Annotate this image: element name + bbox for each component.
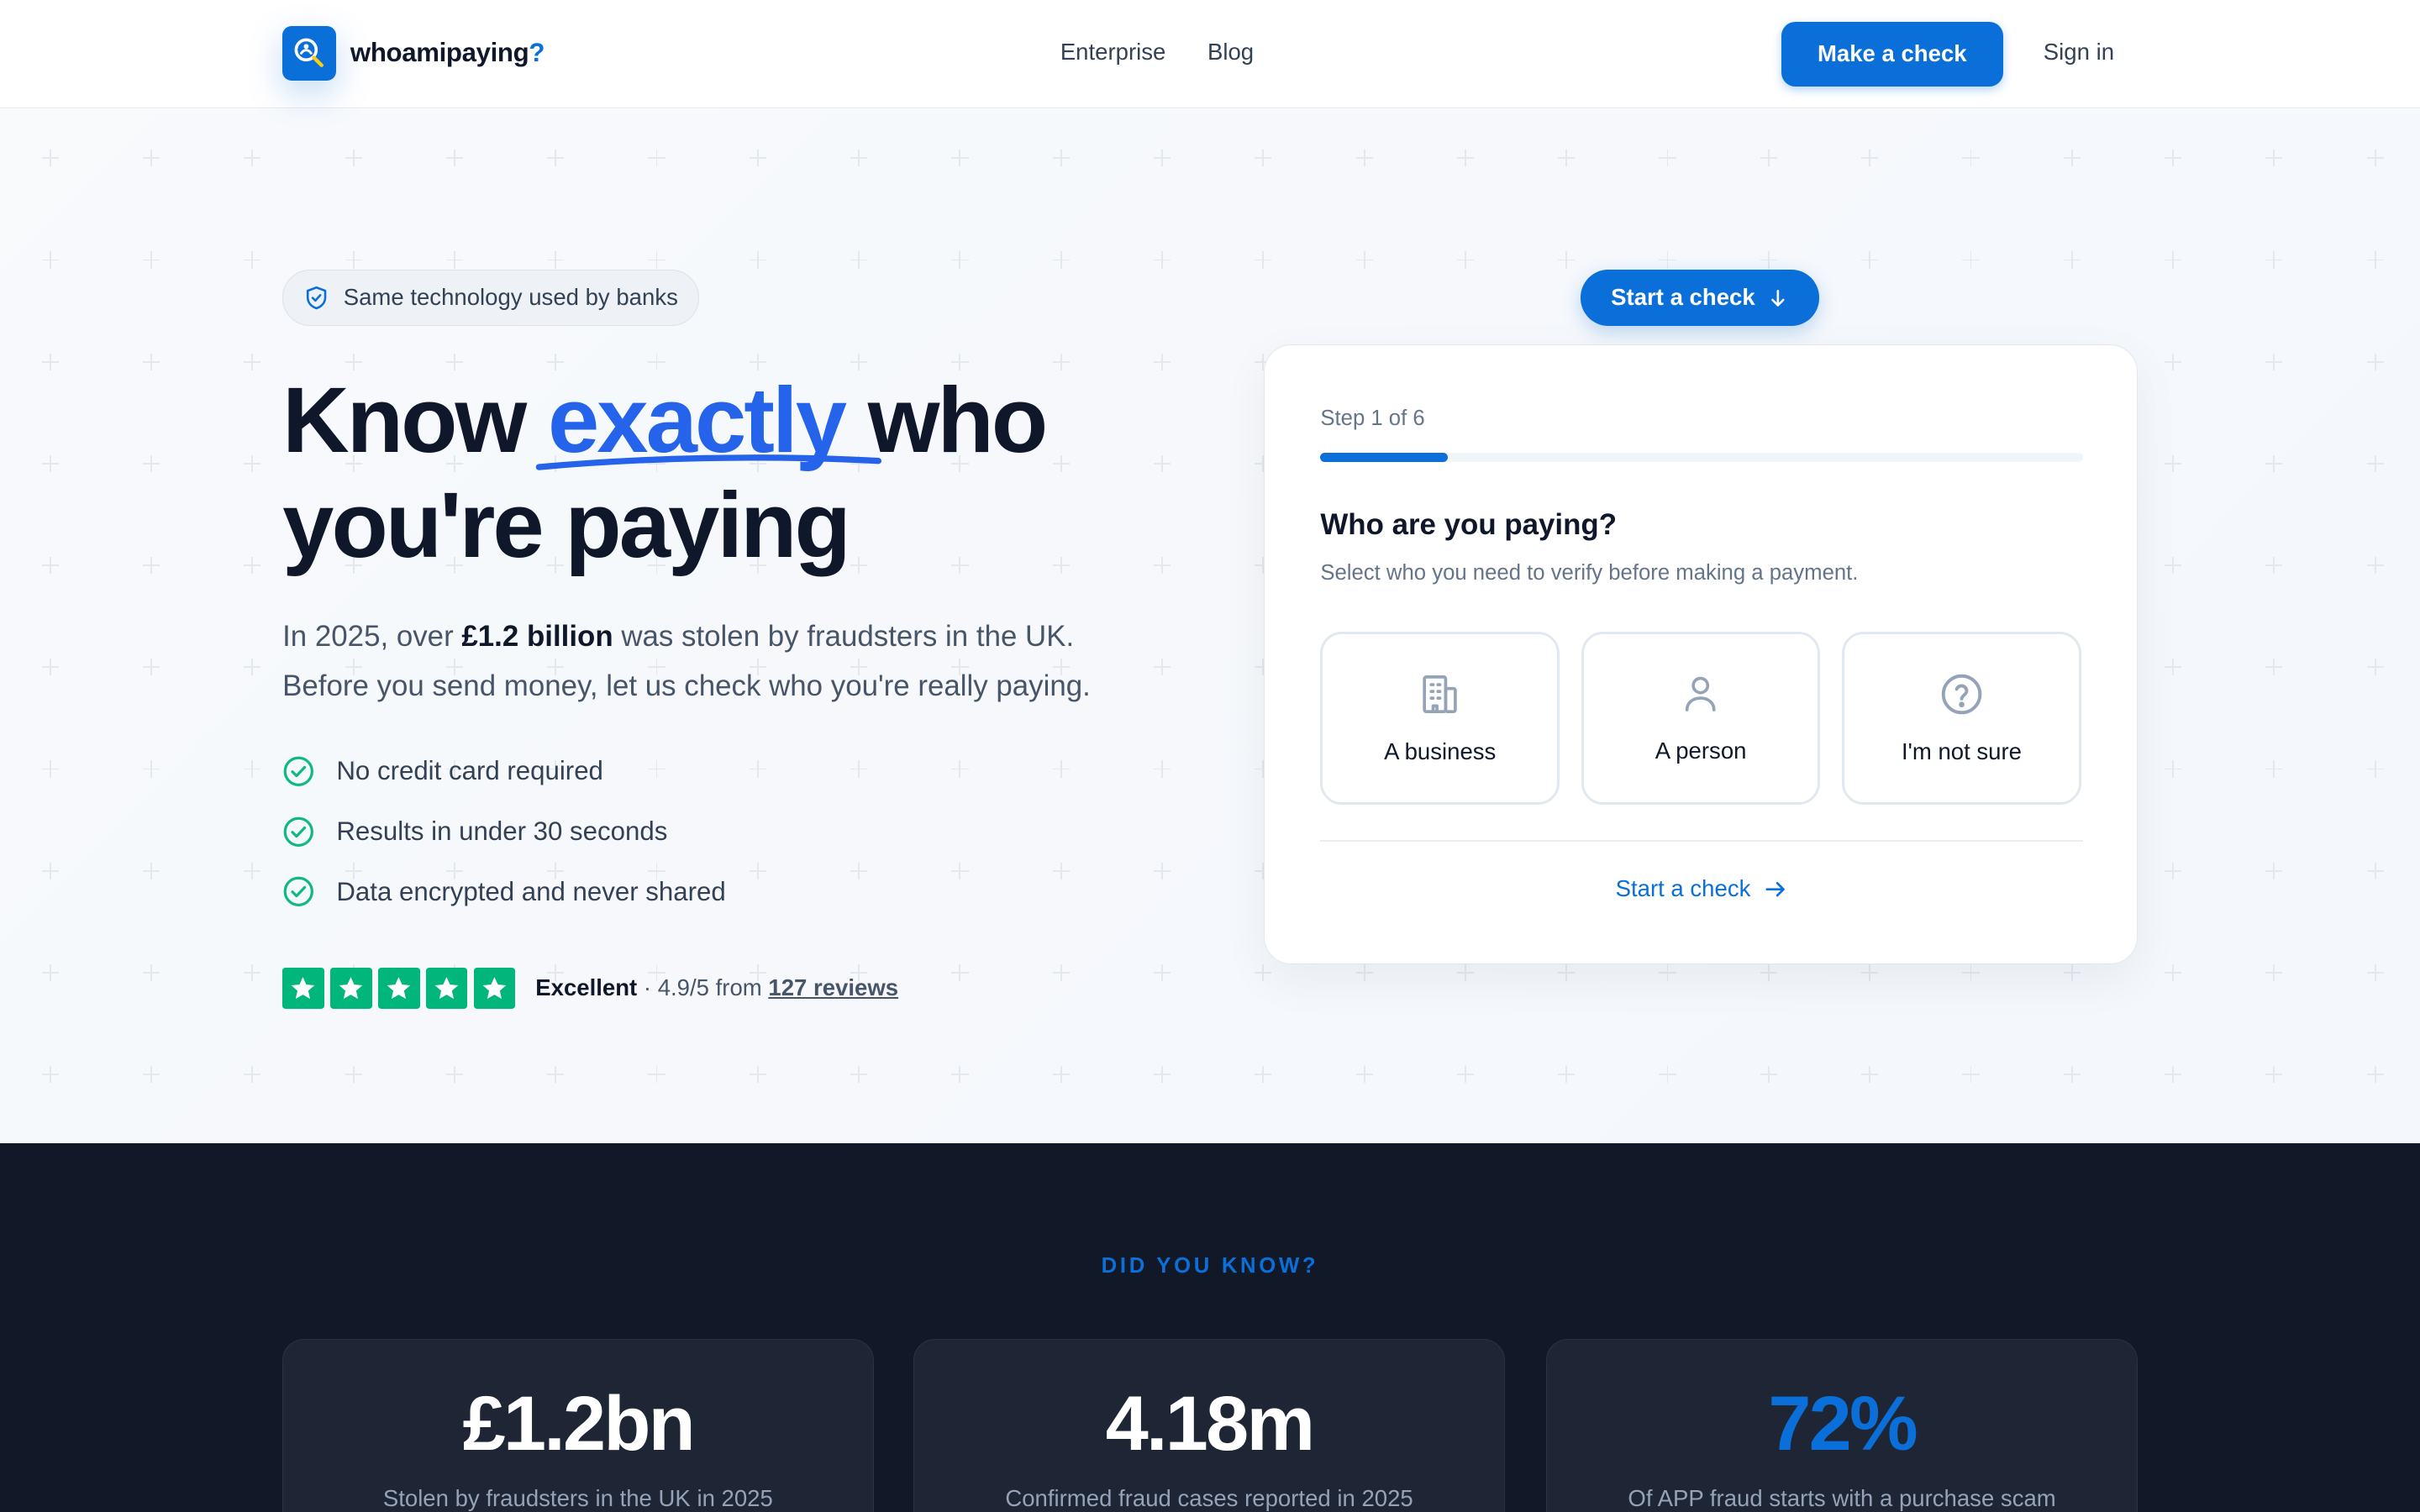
arrow-right-icon bbox=[1765, 881, 1785, 897]
magnifier-logo-icon bbox=[282, 26, 337, 81]
underline-decoration bbox=[535, 454, 881, 471]
check-card: Step 1 of 6 Who are you paying? Select w… bbox=[1264, 344, 2138, 964]
stat-card: 72% Of APP fraud starts with a purchase … bbox=[1546, 1339, 2138, 1512]
check-circle-icon bbox=[283, 816, 314, 847]
brand-name: whoamipaying? bbox=[350, 38, 545, 68]
star-rating bbox=[282, 967, 516, 1010]
main-nav: Enterprise Blog bbox=[1060, 39, 1254, 66]
building-icon bbox=[1423, 675, 1457, 713]
section-eyebrow: DID YOU KNOW? bbox=[1101, 1254, 1319, 1278]
nav-enterprise[interactable]: Enterprise bbox=[1060, 39, 1166, 66]
stats-section: DID YOU KNOW? £1.2bn Stolen by fraudster… bbox=[0, 1142, 2420, 1512]
shield-check-icon bbox=[306, 286, 327, 310]
make-a-check-button[interactable]: Make a check bbox=[1781, 21, 2004, 87]
hero-description: In 2025, over £1.2 billion was stolen by… bbox=[282, 620, 1091, 702]
badge-label: Same technology used by banks bbox=[343, 284, 678, 311]
logo[interactable]: whoamipaying? bbox=[282, 26, 545, 81]
start-check-pill-button[interactable]: Start a check bbox=[1580, 270, 1820, 326]
rating-text: Excellent · 4.9/5 from 127 reviews bbox=[535, 974, 899, 1001]
nav-blog[interactable]: Blog bbox=[1207, 39, 1254, 66]
headline-accent: exactly bbox=[535, 369, 881, 474]
check-circle-icon bbox=[283, 756, 314, 787]
check-circle-icon bbox=[283, 876, 314, 907]
page: whoamipaying? Enterprise Blog Make a che… bbox=[0, 0, 2420, 1512]
reviews-link[interactable]: 127 reviews bbox=[768, 974, 898, 1000]
benefit-item: No credit card required bbox=[282, 754, 726, 788]
stat-label: Confirmed fraud cases reported in 2025 bbox=[1005, 1484, 1413, 1511]
site-header: whoamipaying? Enterprise Blog Make a che… bbox=[0, 0, 2420, 108]
progress-fill bbox=[1320, 453, 1448, 463]
question-title: Who are you paying? bbox=[1320, 508, 1618, 542]
trust-badge: Same technology used by banks bbox=[282, 270, 699, 326]
hero-section: Same technology used by banks Know exact… bbox=[0, 109, 2420, 1143]
option-not-sure[interactable]: I'm not sure bbox=[1842, 632, 2081, 805]
benefit-item: Results in under 30 seconds bbox=[282, 815, 726, 848]
star-icon bbox=[282, 967, 324, 1010]
option-business[interactable]: A business bbox=[1320, 632, 1560, 805]
stat-label: Of APP fraud starts with a purchase scam bbox=[1628, 1484, 2056, 1511]
stat-value: 72% bbox=[1768, 1380, 1918, 1467]
sign-in-link[interactable]: Sign in bbox=[2044, 39, 2114, 66]
benefit-list: No credit card required Results in under… bbox=[282, 754, 726, 935]
review-rating: Excellent · 4.9/5 from 127 reviews bbox=[282, 967, 899, 1010]
star-icon bbox=[330, 967, 372, 1010]
star-icon bbox=[425, 967, 468, 1010]
person-icon bbox=[1686, 677, 1716, 712]
stat-value: 4.18m bbox=[1105, 1380, 1315, 1467]
payee-options: A business A person I'm not sure bbox=[1320, 632, 2081, 805]
progress-bar bbox=[1320, 453, 2083, 463]
question-icon bbox=[1941, 674, 1982, 714]
start-check-link[interactable]: Start a check bbox=[1265, 875, 2139, 902]
arrow-down-icon bbox=[1771, 289, 1785, 307]
card-divider bbox=[1320, 840, 2083, 842]
stat-card: 4.18m Confirmed fraud cases reported in … bbox=[913, 1339, 1505, 1512]
step-indicator: Step 1 of 6 bbox=[1320, 407, 1425, 431]
hero-headline: Know exactly who you're paying bbox=[282, 368, 1048, 577]
question-subtitle: Select who you need to verify before mak… bbox=[1320, 560, 1859, 585]
benefit-item: Data encrypted and never shared bbox=[282, 874, 726, 908]
option-person[interactable]: A person bbox=[1581, 632, 1821, 805]
stat-label: Stolen by fraudsters in the UK in 2025 bbox=[382, 1484, 773, 1511]
star-icon bbox=[377, 967, 420, 1010]
star-icon bbox=[473, 967, 516, 1010]
stat-value: £1.2bn bbox=[462, 1380, 696, 1467]
stat-card: £1.2bn Stolen by fraudsters in the UK in… bbox=[282, 1339, 874, 1512]
